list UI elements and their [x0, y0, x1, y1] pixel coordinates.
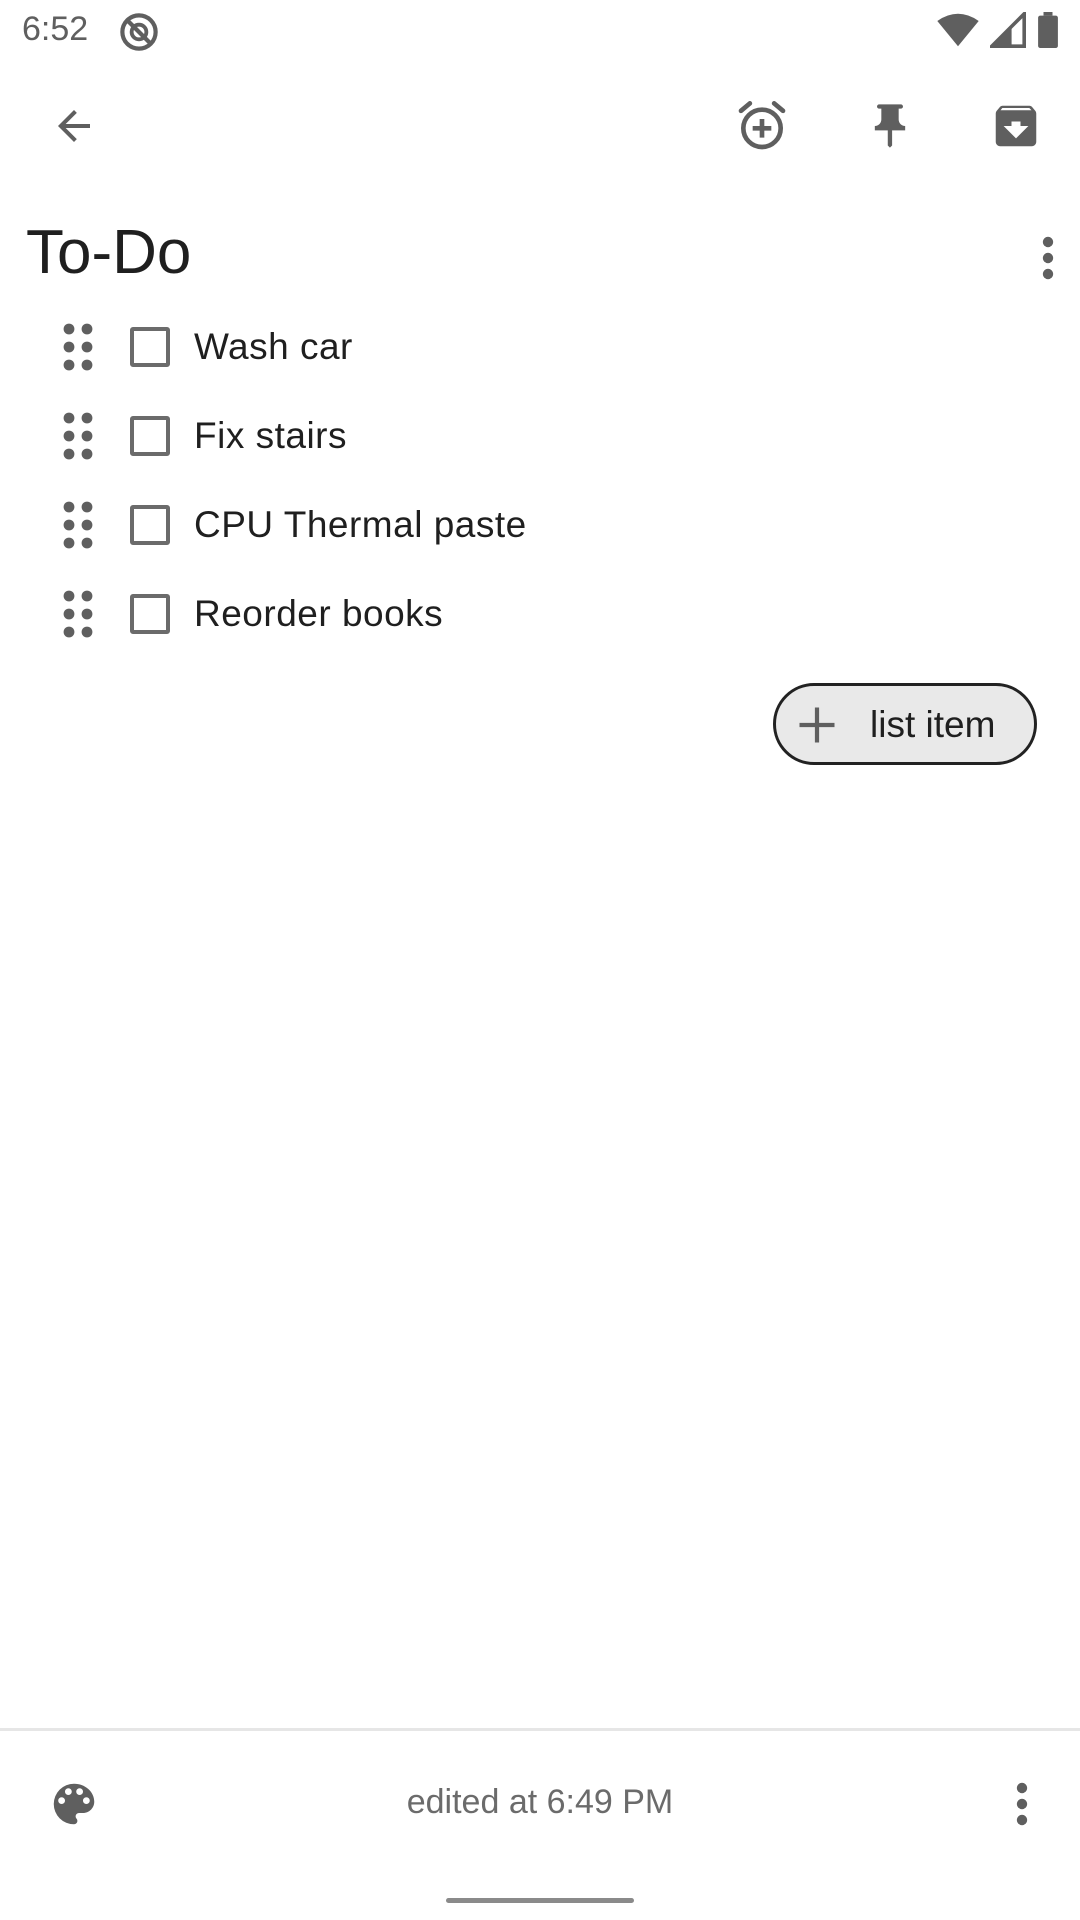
item-text[interactable]: Wash car — [194, 326, 353, 368]
item-checkbox[interactable] — [130, 416, 170, 456]
item-checkbox[interactable] — [130, 594, 170, 634]
home-indicator[interactable] — [446, 1898, 634, 1903]
plus-icon — [799, 707, 835, 743]
battery-icon — [1038, 12, 1058, 48]
drag-handle-icon[interactable] — [60, 323, 96, 371]
item-text[interactable]: Fix stairs — [194, 415, 347, 457]
list-item[interactable]: CPU Thermal paste — [0, 481, 1080, 569]
add-list-item-button[interactable]: list item — [773, 683, 1037, 765]
pin-button[interactable] — [842, 78, 938, 174]
list-item[interactable]: Fix stairs — [0, 392, 1080, 480]
list-item[interactable]: Wash car — [0, 303, 1080, 391]
item-text[interactable]: Reorder books — [194, 593, 443, 635]
status-time: 6:52 — [22, 10, 89, 48]
do-not-disturb-icon — [120, 13, 158, 51]
drag-handle-icon[interactable] — [60, 412, 96, 460]
pin-icon — [874, 104, 906, 148]
item-checkbox[interactable] — [130, 327, 170, 367]
more-vert-icon — [1016, 1782, 1028, 1826]
drag-handle-icon[interactable] — [60, 590, 96, 638]
archive-icon — [995, 105, 1037, 147]
item-text[interactable]: CPU Thermal paste — [194, 504, 527, 546]
bottom-more-button[interactable] — [974, 1756, 1070, 1852]
back-arrow-icon — [58, 110, 90, 142]
status-bar: 6:52 — [0, 0, 1080, 62]
add-reminder-icon — [738, 101, 786, 150]
drag-handle-icon[interactable] — [60, 501, 96, 549]
edited-timestamp: edited at 6:49 PM — [406, 1783, 674, 1821]
note-title[interactable]: To-Do — [26, 222, 191, 284]
wifi-icon — [937, 13, 979, 47]
list-item[interactable]: Reorder books — [0, 570, 1080, 658]
back-button[interactable] — [26, 78, 122, 174]
add-reminder-button[interactable] — [714, 78, 810, 174]
add-list-item-label: list item — [870, 704, 996, 745]
archive-button[interactable] — [968, 78, 1064, 174]
item-checkbox[interactable] — [130, 505, 170, 545]
cellular-signal-icon — [990, 12, 1026, 48]
title-more-button[interactable] — [1000, 210, 1080, 306]
more-vert-icon — [1042, 236, 1054, 280]
